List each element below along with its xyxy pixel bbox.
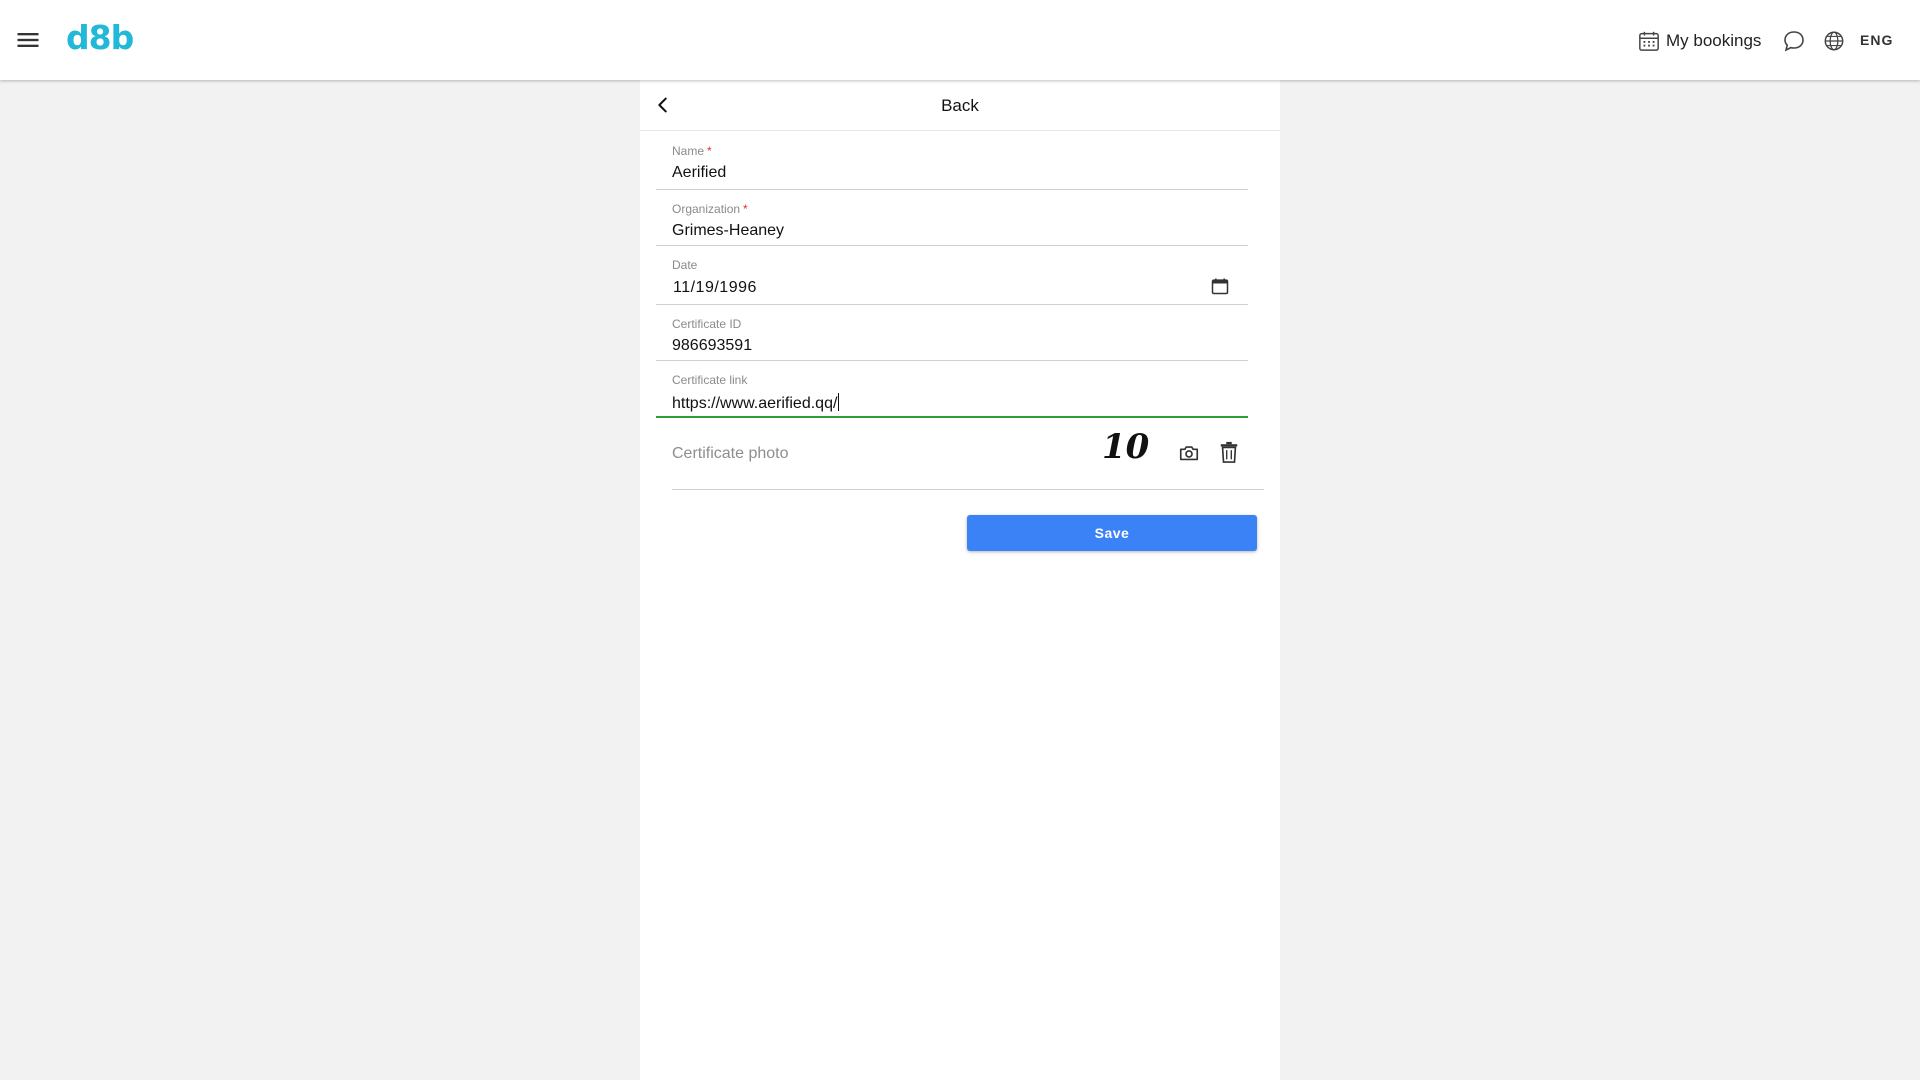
- calendar-icon: [1639, 31, 1659, 51]
- required-mark: *: [743, 202, 748, 216]
- required-mark: *: [707, 144, 712, 158]
- my-bookings-link[interactable]: My bookings: [1638, 28, 1761, 54]
- certificate-photo-label: Certificate photo: [672, 445, 789, 462]
- app-logo[interactable]: d8b: [66, 18, 134, 57]
- date-value[interactable]: 11/19/1996: [673, 279, 757, 297]
- date-label: Date: [672, 258, 698, 272]
- menu-icon[interactable]: [14, 26, 42, 54]
- language-selector[interactable]: ENG: [1860, 32, 1893, 48]
- thumbnail-text: 10: [1102, 427, 1150, 467]
- back-bar: Back: [640, 80, 1280, 131]
- certificate-photo-thumbnail[interactable]: 10: [1100, 426, 1160, 470]
- trash-icon[interactable]: [1218, 440, 1240, 464]
- organization-text-field[interactable]: Organization * Grimes-Heaney: [656, 190, 1248, 246]
- camera-icon[interactable]: [1178, 442, 1200, 464]
- globe-icon[interactable]: [1823, 30, 1845, 52]
- name-label: Name *: [672, 144, 712, 158]
- organization-value[interactable]: Grimes-Heaney: [672, 222, 784, 240]
- calendar-picker-icon[interactable]: [1210, 276, 1230, 296]
- certificate-link-value[interactable]: https://www.aerified.qq/: [672, 393, 840, 413]
- certificate-id-value[interactable]: 986693591: [672, 337, 752, 355]
- top-app-bar: d8b My bookings ENG: [0, 0, 1920, 80]
- certificate-link-field[interactable]: Certificate link https://www.aerified.qq…: [656, 361, 1248, 418]
- date-field[interactable]: Date 11/19/1996: [656, 246, 1248, 305]
- text-caret: [838, 393, 840, 411]
- chat-icon[interactable]: [1782, 29, 1806, 53]
- certificate-link-label: Certificate link: [672, 373, 748, 387]
- name-value[interactable]: Aerified: [672, 164, 726, 182]
- certificate-id-label: Certificate ID: [672, 317, 742, 331]
- my-bookings-label: My bookings: [1666, 31, 1762, 50]
- certificate-photo-row: Certificate photo 10: [672, 420, 1264, 490]
- organization-label: Organization *: [672, 202, 748, 216]
- back-label: Back: [941, 96, 979, 115]
- certificate-id-field[interactable]: Certificate ID 986693591: [656, 305, 1248, 361]
- name-text-field[interactable]: Name * Aerified: [656, 132, 1248, 190]
- certificate-form-panel: Back Name * Aerified Organization * Grimes…: [640, 80, 1280, 1080]
- save-button[interactable]: Save: [967, 515, 1257, 551]
